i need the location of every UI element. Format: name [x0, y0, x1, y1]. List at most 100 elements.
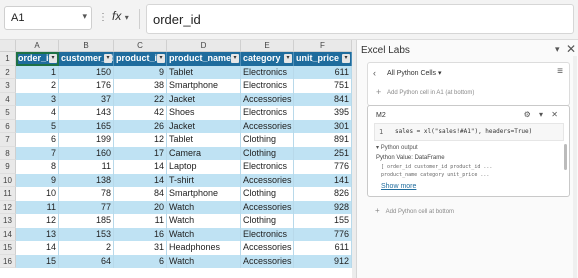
row-header[interactable]: 5 — [0, 106, 16, 120]
column-header-a[interactable]: A — [16, 40, 59, 52]
table-cell[interactable]: 7 — [16, 146, 59, 160]
table-cell[interactable]: 64 — [59, 254, 114, 268]
table-cell[interactable]: 251 — [294, 146, 352, 160]
filter-dropdown-icon[interactable]: ▾ — [157, 54, 165, 63]
table-cell[interactable]: 155 — [294, 214, 352, 228]
table-cell[interactable]: T-shirt — [167, 173, 241, 187]
table-cell[interactable]: 826 — [294, 187, 352, 201]
row-header[interactable]: 6 — [0, 119, 16, 133]
table-cell[interactable]: 5 — [16, 119, 59, 133]
code-line[interactable]: sales = xl("sales!#A1"), headers=True) — [395, 128, 532, 135]
row-header[interactable]: 10 — [0, 173, 16, 187]
add-python-cell-link[interactable]: Add Python cell in A1 (at bottom) — [387, 90, 474, 96]
show-more-link[interactable]: Show more — [381, 183, 416, 190]
table-cell[interactable]: 14 — [114, 160, 167, 174]
table-cell[interactable]: Accessories — [241, 241, 294, 255]
table-header-cell[interactable]: product_id ▾ — [114, 52, 167, 66]
formula-input[interactable]: order_id — [146, 4, 574, 34]
table-cell[interactable]: 37 — [59, 92, 114, 106]
table-cell[interactable]: 14 — [114, 173, 167, 187]
spreadsheet-grid[interactable]: A B C D E F 1 2 3 4 5 6 7 8 9 10 11 12 13 14 15 16 order_id ▾ cu… — [0, 40, 352, 278]
table-cell[interactable]: 2 — [59, 241, 114, 255]
table-cell[interactable]: 10 — [16, 187, 59, 201]
table-cell[interactable]: Accessories — [241, 92, 294, 106]
table-cell[interactable]: 15 — [16, 254, 59, 268]
filter-dropdown-icon[interactable]: ▾ — [231, 54, 239, 63]
table-cell[interactable]: 11 — [59, 160, 114, 174]
table-cell[interactable]: 14 — [16, 241, 59, 255]
name-box[interactable]: A1 ▾ — [4, 6, 92, 30]
table-cell[interactable]: Smartphone — [167, 79, 241, 93]
column-header-e[interactable]: E — [241, 40, 294, 52]
table-cell[interactable]: Tablet — [167, 65, 241, 79]
table-cell[interactable]: 13 — [16, 227, 59, 241]
code-editor[interactable]: 1 sales = xl("sales!#A1"), headers=True) — [374, 123, 564, 141]
table-cell[interactable]: Laptop — [167, 160, 241, 174]
table-cell[interactable]: 751 — [294, 79, 352, 93]
row-header[interactable]: 12 — [0, 200, 16, 214]
table-cell[interactable]: 11 — [114, 214, 167, 228]
row-header[interactable]: 4 — [0, 92, 16, 106]
close-icon[interactable]: ✕ — [566, 42, 576, 56]
row-header[interactable]: 3 — [0, 79, 16, 93]
table-cell[interactable]: Watch — [167, 214, 241, 228]
table-cell[interactable]: 6 — [114, 254, 167, 268]
table-cell[interactable]: Clothing — [241, 187, 294, 201]
menu-icon[interactable]: ≡ — [557, 66, 563, 77]
row-header[interactable]: 8 — [0, 146, 16, 160]
table-cell[interactable]: 9 — [16, 173, 59, 187]
row-header[interactable]: 2 — [0, 65, 16, 79]
cells-filter-dropdown[interactable]: All Python Cells ▾ — [387, 69, 442, 77]
row-header[interactable]: 14 — [0, 227, 16, 241]
table-cell[interactable]: 31 — [114, 241, 167, 255]
row-header[interactable]: 16 — [0, 254, 16, 268]
table-cell[interactable]: Shoes — [167, 106, 241, 120]
table-cell[interactable]: 138 — [59, 173, 114, 187]
table-cell[interactable]: Tablet — [167, 133, 241, 147]
row-header[interactable]: 9 — [0, 160, 16, 174]
table-cell[interactable]: 611 — [294, 241, 352, 255]
table-cell[interactable]: 143 — [59, 106, 114, 120]
table-header-cell[interactable]: unit_price ▾ — [294, 52, 352, 66]
python-output-toggle[interactable]: ▾ Python output — [376, 144, 418, 151]
table-cell[interactable]: Accessories — [241, 119, 294, 133]
filter-dropdown-icon[interactable]: ▾ — [49, 54, 57, 63]
plus-icon[interactable]: + — [376, 87, 381, 97]
back-icon[interactable]: ‹ — [373, 68, 376, 78]
table-cell[interactable]: 3 — [16, 92, 59, 106]
insert-function-button[interactable]: fx ▾ — [112, 9, 129, 23]
table-cell[interactable]: 6 — [16, 133, 59, 147]
table-cell[interactable]: Clothing — [241, 133, 294, 147]
table-cell[interactable]: 8 — [16, 160, 59, 174]
table-cell[interactable]: Electronics — [241, 65, 294, 79]
table-cell[interactable]: 776 — [294, 160, 352, 174]
table-header-cell[interactable]: order_id ▾ — [16, 52, 59, 66]
row-header[interactable]: 7 — [0, 133, 16, 147]
table-cell[interactable]: 611 — [294, 65, 352, 79]
add-python-cell-bottom-link[interactable]: + Add Python cell at bottom — [375, 206, 454, 215]
pane-options-icon[interactable]: ▾ — [555, 44, 560, 55]
table-cell[interactable]: 928 — [294, 200, 352, 214]
table-cell[interactable]: 22 — [114, 92, 167, 106]
table-cell[interactable]: 891 — [294, 133, 352, 147]
table-cell[interactable]: 841 — [294, 92, 352, 106]
table-cell[interactable]: 20 — [114, 200, 167, 214]
table-cell[interactable]: Electronics — [241, 160, 294, 174]
table-cell[interactable]: Headphones — [167, 241, 241, 255]
row-header[interactable]: 15 — [0, 241, 16, 255]
table-cell[interactable]: 4 — [16, 106, 59, 120]
output-scrollbar[interactable] — [564, 144, 567, 170]
table-cell[interactable]: 26 — [114, 119, 167, 133]
table-cell[interactable]: 141 — [294, 173, 352, 187]
table-cell[interactable]: 78 — [59, 187, 114, 201]
row-header[interactable]: 11 — [0, 187, 16, 201]
table-cell[interactable]: 11 — [16, 200, 59, 214]
table-cell[interactable]: 301 — [294, 119, 352, 133]
table-cell[interactable]: Clothing — [241, 146, 294, 160]
filter-dropdown-icon[interactable]: ▾ — [104, 54, 112, 63]
table-cell[interactable]: 776 — [294, 227, 352, 241]
table-cell[interactable]: Jacket — [167, 92, 241, 106]
table-cell[interactable]: 77 — [59, 200, 114, 214]
select-all-corner[interactable] — [0, 40, 16, 52]
table-cell[interactable]: Smartphone — [167, 187, 241, 201]
